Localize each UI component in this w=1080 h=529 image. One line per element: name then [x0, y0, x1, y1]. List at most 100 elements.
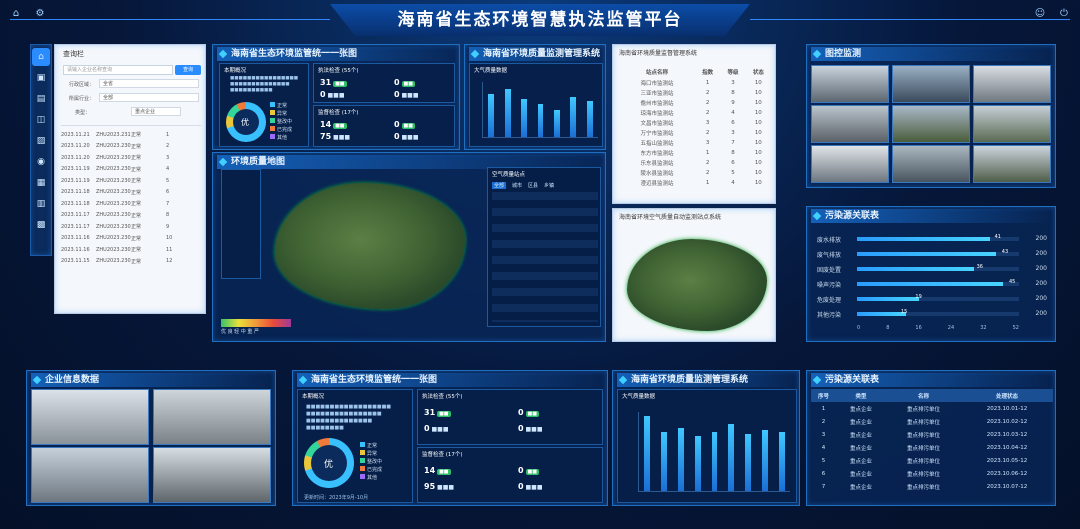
table-row[interactable]: 五指山监测站 3 7 10: [619, 138, 771, 148]
list-item[interactable]: 2023.11.21ZHU2023.23107正常1: [61, 129, 201, 141]
pollution-value: 36: [976, 264, 983, 270]
camera-feed-1[interactable]: [811, 65, 889, 103]
list-item[interactable]: 2023.11.19ZHU2023.23075正常4: [61, 164, 201, 176]
chart-bar[interactable]: [661, 431, 668, 491]
chart-bar[interactable]: [745, 433, 751, 491]
map-legend-bar: [221, 319, 291, 327]
table-row[interactable]: 陵水县监测站 2 5 10: [619, 168, 771, 178]
sidebar-building-icon[interactable]: ▣: [32, 69, 50, 87]
camera-feed-7[interactable]: [811, 145, 889, 183]
sidebar-home-icon[interactable]: ⌂: [32, 48, 50, 66]
pollution-row[interactable]: 噪声污染 200 45: [817, 278, 1047, 290]
sidebar-eye-icon[interactable]: ◉: [32, 153, 50, 171]
chart-bar[interactable]: [728, 423, 735, 491]
pollution-row[interactable]: 其他污染 200 15: [817, 308, 1047, 320]
overview-box-2: 本期概况 ■■■■■■■■■■■■■■■■■■ ■■■■■■■■■■■■■■■■ ■…: [297, 389, 413, 503]
table-row[interactable]: 6 重点企业 重点排污单位 2023.10.06-12: [811, 467, 1053, 480]
camera-feed-3[interactable]: [973, 65, 1051, 103]
chart-bar[interactable]: [504, 88, 511, 137]
chart-bar[interactable]: [694, 435, 701, 491]
pollution-row[interactable]: 危废处理 200 19: [817, 293, 1047, 305]
table-row[interactable]: 2 重点企业 重点排污单位 2023.10.02-12: [811, 415, 1053, 428]
station-table-rows: [492, 192, 598, 322]
table-row[interactable]: 5 重点企业 重点排污单位 2023.10.05-12: [811, 454, 1053, 467]
camera-feed-4[interactable]: [811, 105, 889, 143]
table-row[interactable]: 万宁市监测站 2 3 10: [619, 128, 771, 138]
filter2-select[interactable]: 全部: [99, 93, 199, 102]
sidebar-briefcase-icon[interactable]: ▤: [32, 90, 50, 108]
list-item[interactable]: 2023.11.20ZHU2023.23087正常3: [61, 152, 201, 164]
chart-bar[interactable]: [644, 415, 651, 491]
enterprise-panel: 企业信息数据: [26, 370, 276, 506]
map-layer-list[interactable]: [221, 169, 261, 279]
table-row[interactable]: 东方市监测站 1 8 10: [619, 148, 771, 158]
camera-feed-5[interactable]: [892, 105, 970, 143]
filter1-select[interactable]: 全省: [99, 79, 199, 88]
chart-bar[interactable]: [521, 99, 527, 137]
tab-city[interactable]: 城市: [512, 182, 522, 189]
search-input[interactable]: 请输入企业名称查询: [63, 65, 173, 75]
sidebar-box-icon[interactable]: ◫: [32, 111, 50, 129]
table-row[interactable]: 文昌市监测站 3 6 10: [619, 118, 771, 128]
camera-feed-8[interactable]: [892, 145, 970, 183]
chart-bar[interactable]: [711, 431, 718, 491]
settings-icon[interactable]: ⚙: [34, 8, 46, 20]
pollution-row[interactable]: 废气排放 200 43: [817, 248, 1047, 260]
pollution-row[interactable]: 固废处置 200 36: [817, 263, 1047, 275]
chart-bar[interactable]: [570, 97, 577, 137]
list-item[interactable]: 2023.11.19ZHU2023.23066正常5: [61, 175, 201, 187]
sidebar-doc-icon[interactable]: ▥: [32, 195, 50, 213]
list-item[interactable]: 2023.11.17ZHU2023.23032正常8: [61, 210, 201, 222]
table-row[interactable]: 7 重点企业 重点排污单位 2023.10.07-12: [811, 480, 1053, 493]
enterprise-photo-2[interactable]: [153, 389, 271, 445]
list-item[interactable]: 2023.11.15ZHU2023.23008正常12: [61, 256, 201, 268]
sidebar-table-icon[interactable]: ▦: [32, 174, 50, 192]
camera-feed-2[interactable]: [892, 65, 970, 103]
list-item[interactable]: 2023.11.16ZHU2023.23010正常10: [61, 233, 201, 245]
chart-bar[interactable]: [488, 94, 495, 137]
pollution-row[interactable]: 废水排放 200 41: [817, 233, 1047, 245]
list-item[interactable]: 2023.11.16ZHU2023.23009正常11: [61, 244, 201, 256]
chart-bar[interactable]: [678, 427, 684, 491]
overview-box: 本期概况 ■■■■■■■■■■■■■■■■ ■■■■■■■■■■■■■■ ■■■■■…: [219, 63, 309, 147]
hainan-map[interactable]: [275, 183, 465, 309]
pollution-label: 废气排放: [817, 252, 842, 259]
camera-feed-9[interactable]: [973, 145, 1051, 183]
pollution-panel: 污染源关联表 废水排放 200 41 废气排放 200 43 固废处置 200 36 噪声污染 20…: [806, 206, 1056, 342]
table-row[interactable]: 1 重点企业 重点排污单位 2023.10.01-12: [811, 402, 1053, 415]
chart-bar[interactable]: [554, 109, 560, 137]
chart-bar[interactable]: [761, 429, 768, 491]
power-icon[interactable]: ⏻: [1058, 8, 1070, 20]
chart-bar[interactable]: [537, 104, 544, 137]
table-row[interactable]: 三亚市监测站 2 8 10: [619, 88, 771, 98]
sidebar-person-icon[interactable]: ▩: [32, 216, 50, 234]
filter3-select[interactable]: 重点企业: [131, 107, 181, 116]
supervision-panel: 海南省生态环境监管统一一张图 本期概况 ■■■■■■■■■■■■■■■■ ■■■■…: [212, 44, 460, 150]
table-row[interactable]: 乐东县监测站 2 6 10: [619, 158, 771, 168]
table-row[interactable]: 琼海市监测站 2 4 10: [619, 108, 771, 118]
table-row[interactable]: 海口市监测站 1 3 10: [619, 78, 771, 88]
table-row[interactable]: 3 重点企业 重点排污单位 2023.10.03-12: [811, 428, 1053, 441]
camera-title: 图控监测: [811, 47, 1051, 61]
sidebar-image-icon[interactable]: ▨: [32, 132, 50, 150]
search-button[interactable]: 查询: [175, 65, 201, 75]
camera-feed-6[interactable]: [973, 105, 1051, 143]
chart-bar[interactable]: [586, 101, 593, 137]
enterprise-photo-1[interactable]: [31, 389, 149, 445]
list-item[interactable]: 2023.11.17ZHU2023.23021正常9: [61, 221, 201, 233]
enterprise-photo-4[interactable]: [153, 447, 271, 503]
tab-county[interactable]: 区县: [528, 182, 538, 189]
table-row[interactable]: 澄迈县监测站 1 4 10: [619, 178, 771, 188]
table-row[interactable]: 4 重点企业 重点排污单位 2023.10.04-12: [811, 441, 1053, 454]
tab-all[interactable]: 全部: [492, 182, 507, 189]
table-row[interactable]: 儋州市监测站 2 9 10: [619, 98, 771, 108]
enterprise-photo-3[interactable]: [31, 447, 149, 503]
list-item[interactable]: 2023.11.18ZHU2023.23054正常6: [61, 187, 201, 199]
list-item[interactable]: 2023.11.20ZHU2023.23098正常2: [61, 141, 201, 153]
list-item[interactable]: 2023.11.18ZHU2023.23043正常7: [61, 198, 201, 210]
hainan-map-small[interactable]: [627, 239, 767, 331]
tab-town[interactable]: 乡镇: [544, 182, 554, 189]
chart-bar[interactable]: [778, 431, 785, 491]
home-icon[interactable]: ⌂: [10, 8, 22, 20]
user-icon[interactable]: ☺: [1034, 8, 1046, 20]
